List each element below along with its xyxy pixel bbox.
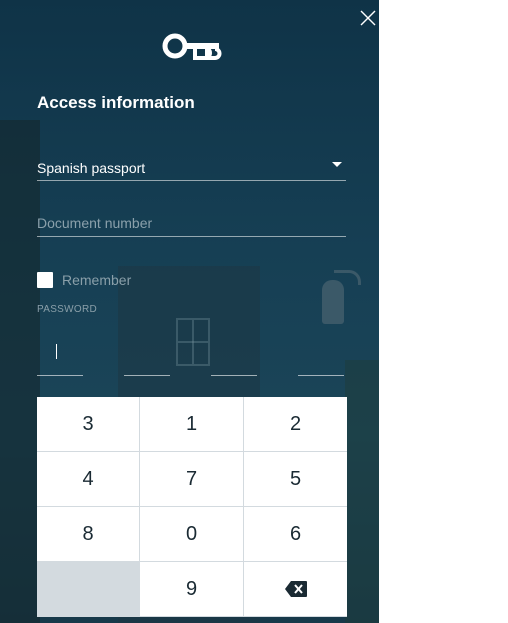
background-window (176, 318, 210, 366)
keypad-key[interactable]: 2 (244, 397, 347, 452)
password-label: PASSWORD (37, 304, 97, 315)
background-plant (345, 360, 379, 623)
login-panel: Access information Spanish passport Reme… (0, 0, 379, 623)
text-cursor (56, 344, 57, 359)
keypad-key[interactable]: 8 (37, 507, 140, 562)
remember-checkbox[interactable] (37, 272, 53, 288)
key-logo-icon (161, 30, 223, 62)
pin-digit-1[interactable] (37, 340, 83, 376)
document-number-input[interactable] (37, 212, 346, 234)
keypad-key[interactable]: 0 (140, 507, 244, 562)
backspace-button[interactable] (244, 562, 347, 617)
pin-digit-3[interactable] (211, 340, 257, 376)
remember-label: Remember (62, 272, 132, 288)
page-title: Access information (37, 93, 195, 112)
pin-digit-4[interactable] (298, 340, 344, 376)
document-number-field[interactable] (37, 210, 346, 237)
keypad-key[interactable]: 6 (244, 507, 347, 562)
keypad-blank (37, 562, 140, 617)
pin-digit-2[interactable] (124, 340, 170, 376)
background-tree (0, 120, 40, 623)
document-type-select[interactable]: Spanish passport (37, 156, 346, 181)
keypad-key[interactable]: 1 (140, 397, 244, 452)
keypad-key[interactable]: 5 (244, 452, 347, 507)
document-type-value: Spanish passport (37, 160, 146, 176)
keypad-key[interactable]: 9 (140, 562, 244, 617)
numeric-keypad: 3 1 2 4 7 5 8 0 6 9 (37, 397, 347, 617)
close-icon[interactable] (358, 8, 378, 28)
chevron-down-icon (332, 162, 342, 167)
keypad-key[interactable]: 4 (37, 452, 140, 507)
keypad-key[interactable]: 3 (37, 397, 140, 452)
remember-toggle[interactable]: Remember (37, 270, 131, 290)
background-lamp (322, 280, 344, 324)
backspace-icon (284, 581, 307, 597)
keypad-key[interactable]: 7 (140, 452, 244, 507)
